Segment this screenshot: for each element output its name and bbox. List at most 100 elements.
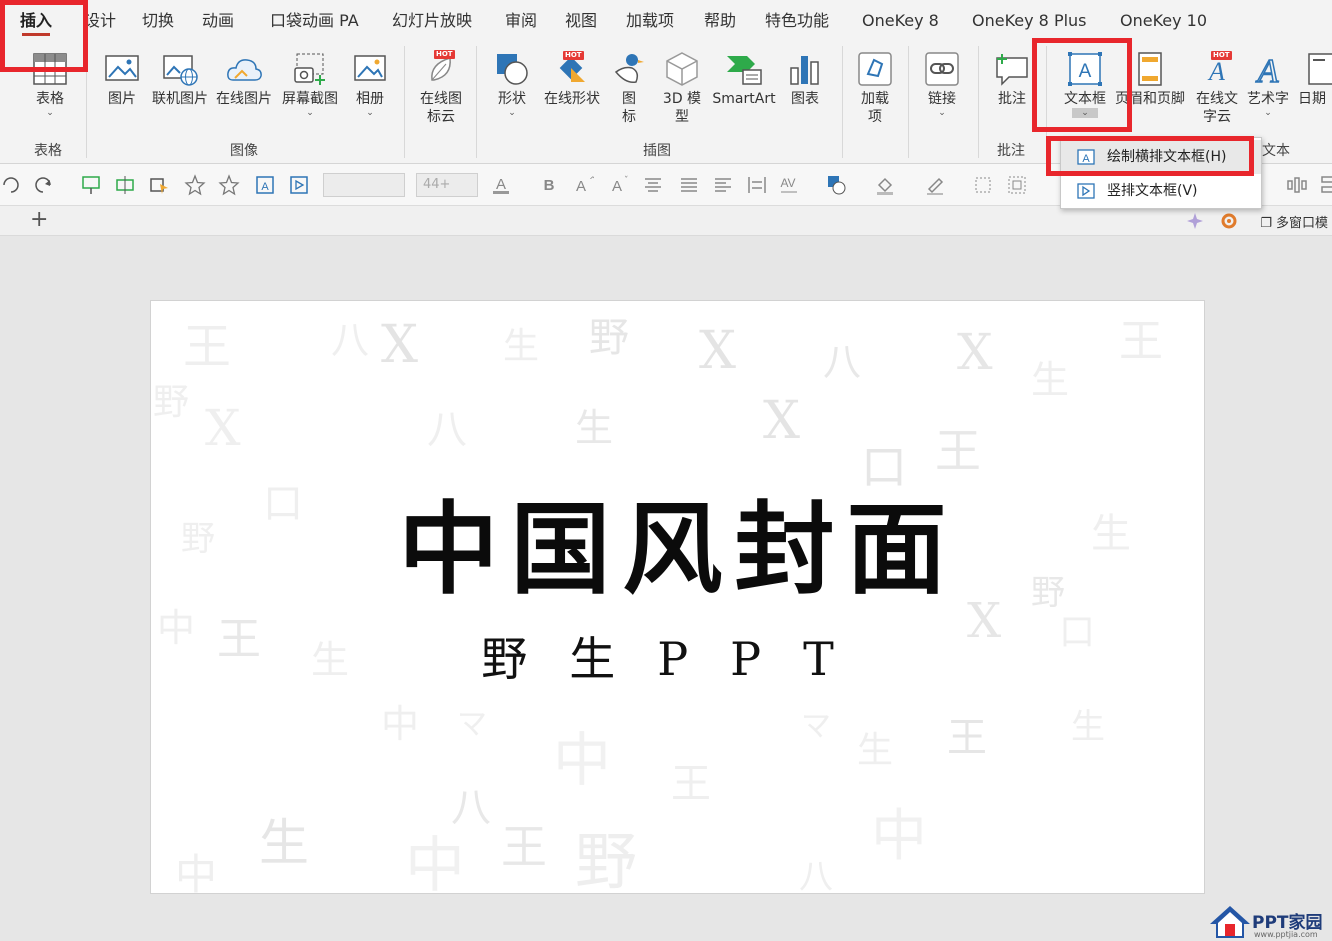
bg-pattern-char: 王 [671, 761, 711, 807]
decrease-font-icon[interactable]: Aˇ [608, 174, 630, 196]
group-icon[interactable] [1006, 174, 1028, 196]
sparkle-icon[interactable] [1186, 212, 1204, 230]
tab-onekey10[interactable]: OneKey 10 [1120, 0, 1207, 42]
tab-design[interactable]: 设计 [84, 0, 116, 42]
shapes-button[interactable]: 形状 ⌄ [494, 42, 530, 142]
bg-pattern-char: 八 [331, 318, 370, 362]
outline-color-icon[interactable] [924, 174, 946, 196]
datetime-button[interactable]: 日期 [1298, 42, 1332, 142]
icons-button[interactable]: 图标 [612, 42, 646, 142]
comment-button[interactable]: 批注 [992, 42, 1032, 142]
shapes-label: 形状 [498, 91, 526, 107]
draw-horizontal-textbox-item[interactable]: A 绘制横排文本框(H) [1061, 140, 1261, 174]
distribute-vertical-icon[interactable] [1318, 174, 1332, 196]
tab-pocket-animation[interactable]: 口袋动画 PA [270, 0, 359, 42]
align-center-icon[interactable] [642, 174, 664, 196]
bg-pattern-char: 王 [935, 424, 981, 478]
chart-button[interactable]: 图表 [786, 42, 824, 142]
wordcloud-button[interactable]: A HOT 在线文字云 [1194, 42, 1240, 142]
smartart-button[interactable]: SmartArt [712, 42, 776, 142]
tab-slideshow[interactable]: 幻灯片放映 [392, 0, 472, 42]
distribute-horizontal-icon[interactable] [1286, 174, 1308, 196]
tab-onekey8plus[interactable]: OneKey 8 Plus [972, 0, 1087, 42]
header-footer-button[interactable]: 页眉和页脚 [1115, 42, 1185, 142]
crop-icon[interactable] [972, 174, 994, 196]
icon-cloud-button[interactable]: HOT 在线图标云 [420, 42, 462, 142]
distributed-icon[interactable] [746, 174, 768, 196]
online-shapes-button[interactable]: HOT 在线形状 [544, 42, 600, 142]
bold-icon[interactable]: B [538, 174, 560, 196]
cube-icon [666, 52, 698, 86]
table-button[interactable]: 表格 ⌄ [28, 42, 72, 142]
svg-text:A: A [1207, 57, 1225, 86]
textbox-button[interactable]: A 文本框 ⌄ [1060, 42, 1110, 142]
tab-features[interactable]: 特色功能 [765, 0, 829, 42]
bg-pattern-char: 中 [381, 702, 420, 746]
album-button[interactable]: 相册 ⌄ [350, 42, 390, 142]
online-picture-icon [163, 55, 198, 86]
bg-pattern-char: 中 [553, 726, 612, 794]
slide-title[interactable]: 中国风封面 [151, 489, 1204, 609]
horizontal-textbox-icon: A [1077, 149, 1095, 165]
bg-pattern-char: X [381, 315, 419, 375]
group-divider [978, 46, 979, 158]
slide-subtitle[interactable]: 野生PPT [151, 631, 1204, 687]
bg-pattern-char: 中 [871, 804, 927, 869]
bg-pattern-char: 生 [259, 814, 309, 872]
bg-pattern-char: 王 [183, 319, 232, 375]
redo-icon[interactable] [32, 174, 54, 196]
bg-pattern-char: 王 [947, 715, 987, 761]
wordart-button[interactable]: A 艺术字 ⌄ [1247, 42, 1289, 142]
add-tab-button[interactable]: + [30, 208, 48, 232]
chevron-down-icon[interactable]: ⌄ [1072, 108, 1098, 118]
svg-text:B: B [544, 177, 555, 194]
presentation-icon[interactable] [80, 174, 102, 196]
increase-font-icon[interactable]: A ^ [572, 174, 594, 196]
tab-insert[interactable]: 插入 [20, 0, 52, 42]
group-label-comments: 批注 [997, 143, 1025, 159]
star-outline-icon[interactable] [218, 174, 240, 196]
svg-text:A: A [496, 176, 506, 193]
vertical-textbox-item[interactable]: 竖排文本框(V) [1061, 174, 1261, 208]
link-button[interactable]: 链接 ⌄ [922, 42, 962, 142]
textbox-small-icon[interactable]: A [254, 174, 276, 196]
select-icon[interactable] [148, 174, 170, 196]
font-color-icon[interactable]: A [490, 174, 512, 196]
picture-button[interactable]: 图片 [102, 42, 142, 142]
group-divider [86, 46, 87, 158]
svg-text:A: A [1079, 61, 1092, 82]
3d-model-button[interactable]: 3D 模型 [660, 42, 704, 142]
align-icon[interactable] [114, 174, 136, 196]
wordart-icon: A [1255, 52, 1280, 88]
icons-label: 图标 [622, 91, 636, 125]
screenshot-button[interactable]: 屏幕截图 ⌄ [282, 42, 338, 142]
tab-addins[interactable]: 加载项 [626, 0, 674, 42]
group-label-illustrations: 插图 [643, 143, 671, 159]
undo-icon[interactable] [0, 174, 22, 196]
multiwindow-button[interactable]: ❐ 多窗口模 [1260, 212, 1328, 231]
fill-color-icon[interactable] [874, 174, 896, 196]
align-left-icon[interactable] [712, 174, 734, 196]
tab-help[interactable]: 帮助 [704, 0, 736, 42]
settings-icon[interactable] [1220, 212, 1238, 230]
picture-icon [105, 55, 139, 81]
character-spacing-icon[interactable]: AV [778, 174, 800, 196]
house-logo-icon [1210, 906, 1250, 938]
calendar-icon [1308, 53, 1332, 85]
font-name-select[interactable] [323, 173, 405, 197]
slide-canvas[interactable]: 王 八 X 生 野 X 八 X 王 野 X 八 生 X 王 口 生 口 野 生 … [150, 300, 1205, 894]
vertical-textbox-small-icon[interactable] [288, 174, 310, 196]
tab-onekey8[interactable]: OneKey 8 [862, 0, 939, 42]
online-picture-button[interactable]: 联机图片 [152, 42, 208, 142]
justify-icon[interactable] [678, 174, 700, 196]
tab-review[interactable]: 审阅 [505, 0, 537, 42]
tab-transitions[interactable]: 切换 [142, 0, 174, 42]
star-icon[interactable] [184, 174, 206, 196]
addins-button[interactable]: 加载项 [856, 42, 894, 142]
link-label: 链接 [928, 91, 956, 107]
font-size-select[interactable]: 44+ [416, 173, 478, 197]
tab-view[interactable]: 视图 [565, 0, 597, 42]
tab-animations[interactable]: 动画 [202, 0, 234, 42]
shape-icon[interactable] [826, 174, 848, 196]
web-picture-button[interactable]: 在线图片 [216, 42, 272, 142]
